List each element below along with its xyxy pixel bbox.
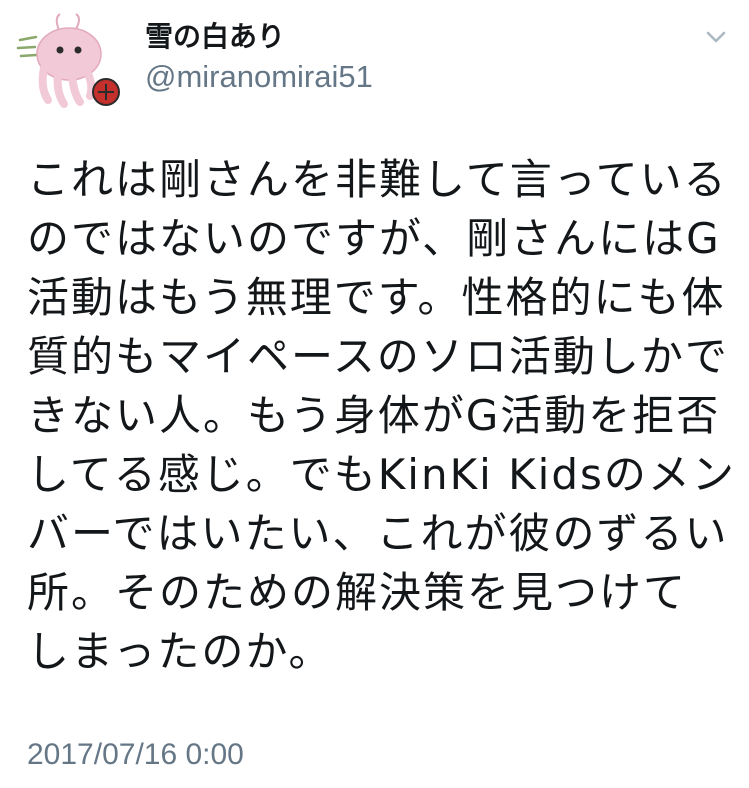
pink-octopus-avatar-icon (16, 13, 120, 108)
tweet-text-line: 所。そのための解決策を見つけて (27, 568, 688, 617)
chevron-down-icon (706, 31, 726, 43)
tweet-text-line: きない人。もう身体がG活動を拒否 (27, 391, 721, 440)
display-name[interactable]: 雪の白あり (145, 20, 285, 54)
tweet-text-line: バーではいたい、これが彼のずるい (27, 509, 729, 558)
tweet-text-line: のではないのですが、剛さんにはG (27, 214, 721, 263)
tweet-timestamp[interactable]: 2017/07/16 0:00 (27, 738, 244, 772)
avatar[interactable] (14, 10, 129, 110)
tweet-text-line: 質的もマイペースのソロ活動しかで (27, 332, 729, 381)
tweet-text-line: 活動はもう無理です。性格的にも体 (27, 273, 726, 322)
tweet-text: これは剛さんを非難して言っている のではないのですが、剛さんにはG 活動はもう無… (27, 150, 737, 681)
tweet-menu-button[interactable] (700, 24, 732, 52)
tweet-text-line: これは剛さんを非難して言っている (27, 155, 728, 204)
tweet-card: 雪の白あり @miranomirai51 これは剛さんを非難して言っている ので… (0, 0, 749, 788)
user-handle[interactable]: @miranomirai51 (145, 59, 373, 95)
tweet-text-line: してる感じ。でもKinKi Kidsのメン (27, 450, 736, 499)
tweet-text-line: しまったのか。 (27, 627, 333, 676)
